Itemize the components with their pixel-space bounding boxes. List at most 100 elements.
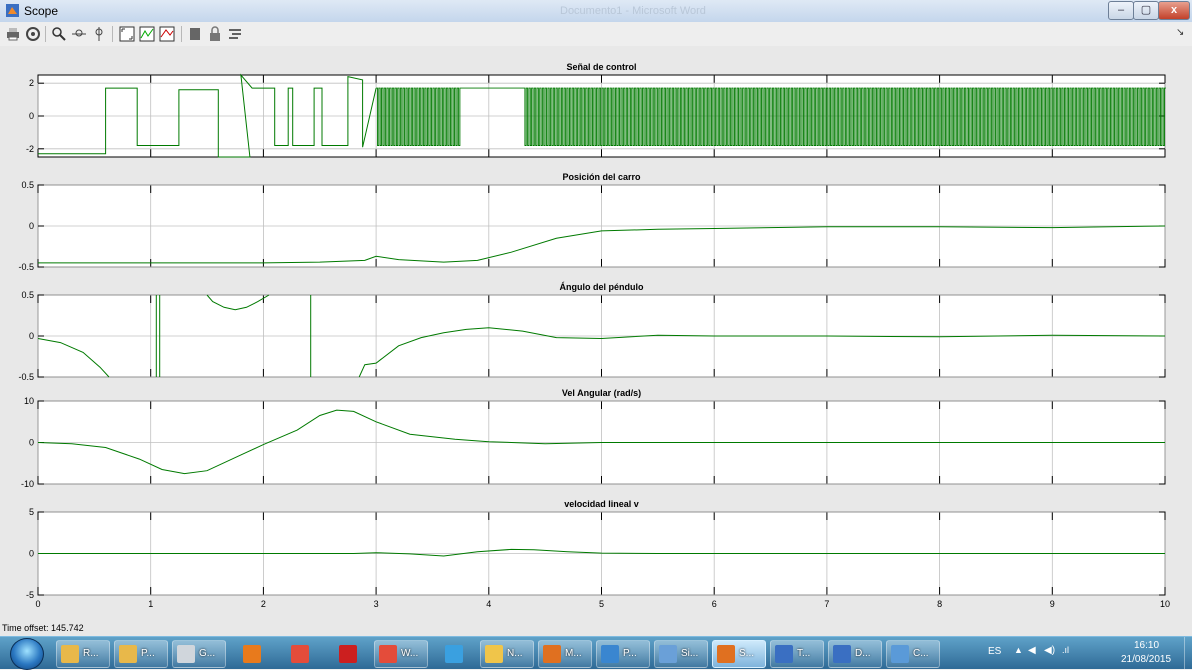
x-tick-label: 3 — [374, 599, 379, 609]
y-tick-label: 5 — [29, 507, 34, 517]
plot-title: Vel Angular (rad/s) — [562, 388, 641, 398]
task-ie[interactable] — [432, 640, 476, 668]
task-g-label: G... — [199, 648, 216, 659]
task-word-d[interactable]: D... — [828, 640, 882, 668]
action-center-icon[interactable]: ◀ — [1028, 645, 1036, 656]
y-tick-label: -0.5 — [18, 372, 34, 382]
task-p-folder-label: P... — [141, 648, 155, 659]
task-scope[interactable]: S... — [712, 640, 766, 668]
task-scope-icon — [717, 645, 735, 663]
task-matlab[interactable]: M... — [538, 640, 592, 668]
task-acrobat-icon — [339, 645, 357, 663]
y-tick-label: 10 — [24, 396, 34, 406]
y-tick-label: 0.5 — [21, 180, 34, 190]
window-title-bar[interactable]: Scope Documento1 - Microsoft Word – ▢ x — [0, 0, 1192, 22]
zoom-y-icon[interactable] — [90, 25, 108, 43]
task-word-t-label: T... — [797, 648, 811, 659]
volume-icon[interactable]: ◀) — [1044, 645, 1055, 656]
clock-date[interactable]: 21/08/2015 — [1121, 654, 1171, 665]
y-tick-label: -2 — [26, 144, 34, 154]
toolbar-collapse-icon[interactable]: ↘ — [1176, 27, 1184, 38]
signal-selection-icon[interactable] — [226, 25, 244, 43]
window-title: Scope — [24, 4, 59, 18]
close-button[interactable]: x — [1158, 1, 1190, 20]
y-tick-label: 0 — [29, 549, 34, 559]
task-p-folder-icon — [119, 645, 137, 663]
task-calc-label: C... — [913, 648, 929, 659]
x-tick-label: 8 — [937, 599, 942, 609]
task-word-t-icon — [775, 645, 793, 663]
matlab-icon — [6, 4, 19, 17]
save-axes-icon[interactable] — [138, 25, 156, 43]
maximize-button[interactable]: ▢ — [1133, 1, 1159, 20]
task-simulink-icon — [659, 645, 677, 663]
task-p-sim-icon — [601, 645, 619, 663]
x-tick-label: 10 — [1160, 599, 1170, 609]
task-calc[interactable]: C... — [886, 640, 940, 668]
x-tick-label: 6 — [712, 599, 717, 609]
show-desktop-button[interactable] — [1184, 637, 1192, 669]
plot-title: Ángulo del péndulo — [560, 282, 644, 292]
scope-plots: 2 0 -2 Señal de control 0.5 0 -0.5 Posición del… — [18, 62, 1170, 609]
parameters-icon[interactable] — [24, 25, 42, 43]
task-g-icon — [177, 645, 195, 663]
task-r-label: R... — [83, 648, 99, 659]
plot-title: velocidad lineal v — [564, 499, 639, 509]
task-media[interactable] — [230, 640, 274, 668]
task-p-folder[interactable]: P... — [114, 640, 168, 668]
start-button[interactable] — [10, 638, 44, 670]
task-word-d-icon — [833, 645, 851, 663]
system-tray: ES ▲ ◀ ◀) .ıl 16:10 21/08/2015 — [984, 637, 1192, 669]
minimize-button[interactable]: – — [1108, 1, 1134, 20]
time-offset-value: 145.742 — [51, 623, 84, 633]
x-tick-label: 1 — [148, 599, 153, 609]
task-word-t[interactable]: T... — [770, 640, 824, 668]
network-icon[interactable]: .ıl — [1062, 645, 1069, 655]
lock-icon[interactable] — [206, 25, 224, 43]
autoscale-icon[interactable] — [118, 25, 136, 43]
x-tick-label: 9 — [1050, 599, 1055, 609]
plot-title: Señal de control — [566, 62, 636, 72]
task-chrome[interactable] — [278, 640, 322, 668]
task-word-d-label: D... — [855, 648, 871, 659]
task-g[interactable]: G... — [172, 640, 226, 668]
x-tick-label: 7 — [824, 599, 829, 609]
x-tick-label: 2 — [261, 599, 266, 609]
y-tick-label: 0 — [29, 221, 34, 231]
task-matlab-icon — [543, 645, 561, 663]
y-tick-label: -5 — [26, 590, 34, 600]
task-chrome-w[interactable]: W... — [374, 640, 428, 668]
task-chrome-icon — [291, 645, 309, 663]
x-tick-label: 4 — [486, 599, 491, 609]
y-tick-label: -0.5 — [18, 262, 34, 272]
print-icon[interactable] — [4, 25, 22, 43]
task-n-label: N... — [507, 648, 523, 659]
zoom-x-icon[interactable] — [70, 25, 88, 43]
x-tick-label: 0 — [35, 599, 40, 609]
y-tick-label: 0 — [29, 438, 34, 448]
zoom-icon[interactable] — [50, 25, 68, 43]
task-n[interactable]: N... — [480, 640, 534, 668]
task-p-sim[interactable]: P... — [596, 640, 650, 668]
y-tick-label: 0 — [29, 331, 34, 341]
task-chrome-w-icon — [379, 645, 397, 663]
background-window-title: Documento1 - Microsoft Word — [560, 5, 706, 17]
task-acrobat[interactable] — [326, 640, 370, 668]
task-calc-icon — [891, 645, 909, 663]
restore-axes-icon[interactable] — [158, 25, 176, 43]
clock-time[interactable]: 16:10 — [1134, 640, 1159, 651]
task-simulink-label: Si... — [681, 648, 699, 659]
task-simulink[interactable]: Si... — [654, 640, 708, 668]
scope-figure: 2 0 -2 Señal de control 0.5 0 -0.5 Posición del… — [0, 46, 1192, 636]
y-tick-label: 0.5 — [21, 290, 34, 300]
task-chrome-w-label: W... — [401, 648, 419, 659]
language-indicator[interactable]: ES — [988, 646, 1001, 657]
x-tick-label: 5 — [599, 599, 604, 609]
task-media-icon — [243, 645, 261, 663]
task-p-sim-label: P... — [623, 648, 637, 659]
task-scope-label: S... — [739, 648, 755, 659]
y-tick-label: 2 — [29, 78, 34, 88]
show-hidden-icons-icon[interactable]: ▲ — [1014, 645, 1023, 655]
task-r[interactable]: R... — [56, 640, 110, 668]
floating-scope-icon[interactable] — [186, 25, 204, 43]
